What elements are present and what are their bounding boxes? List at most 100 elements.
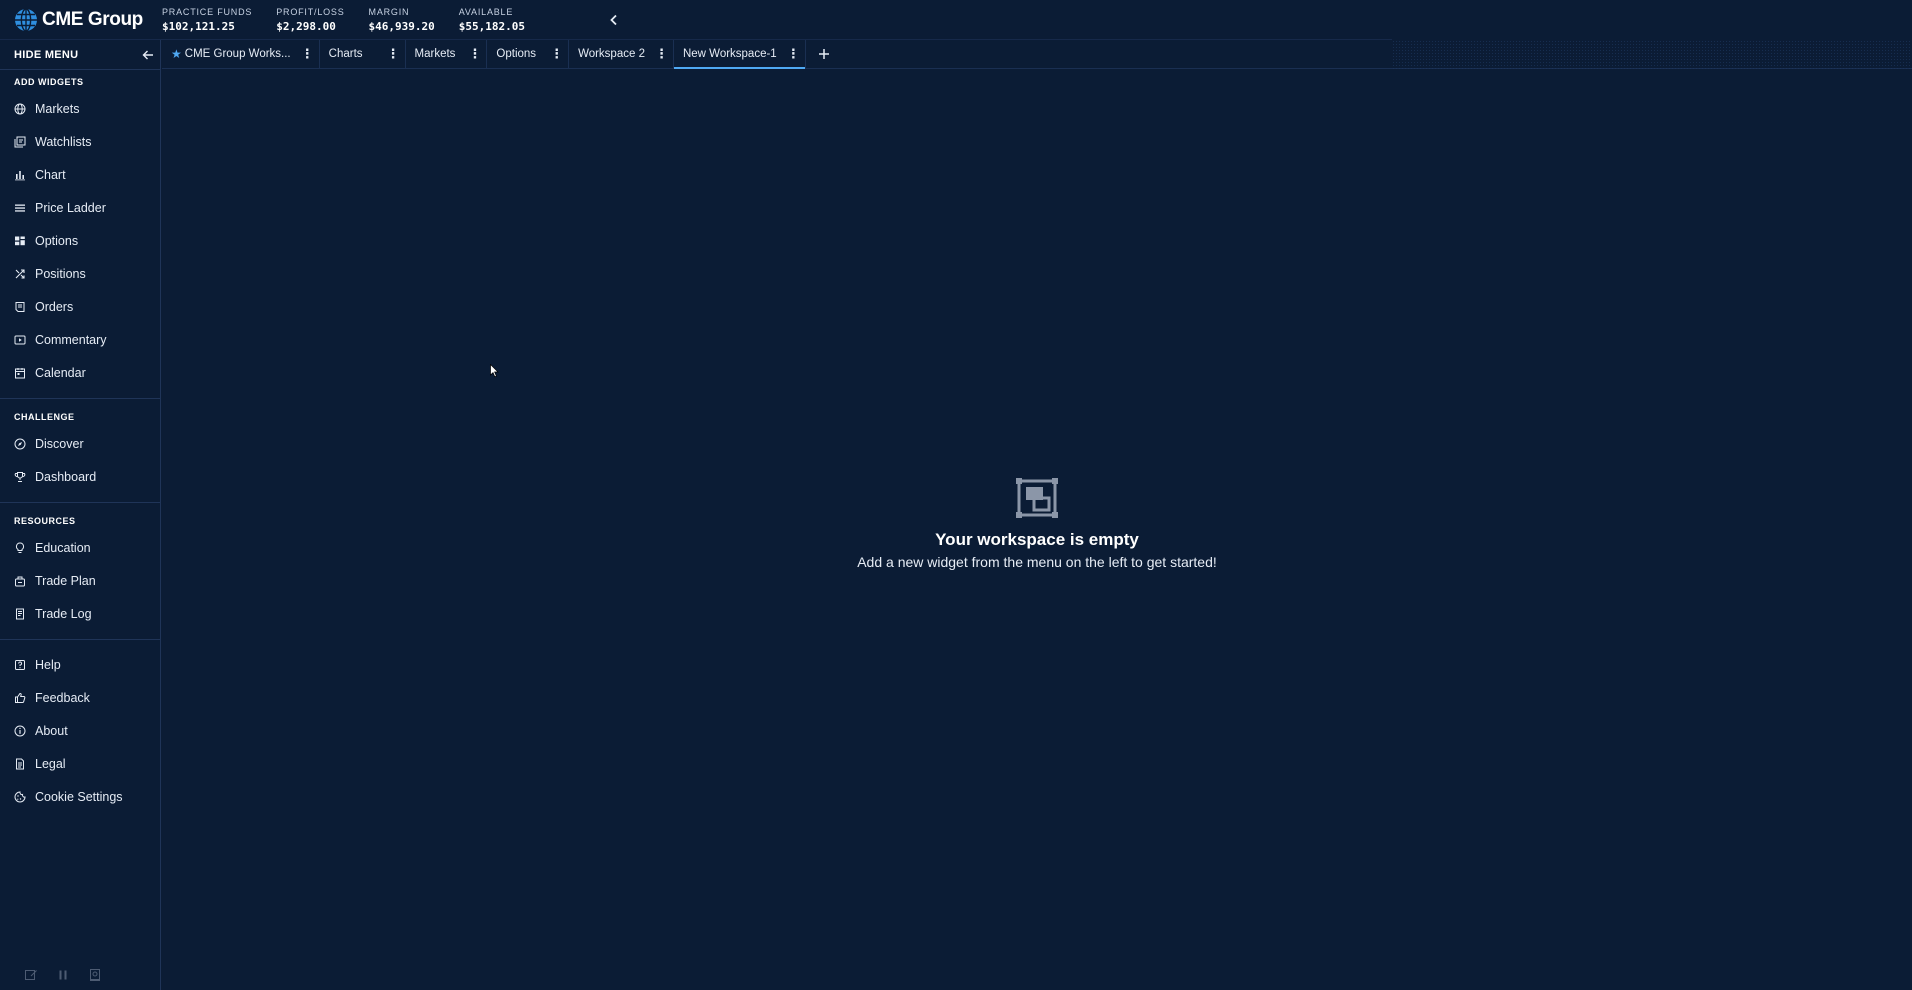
sidebar-item-positions[interactable]: Positions [0, 257, 160, 290]
sidebar-item-label: About [35, 723, 68, 738]
tab-label: New Workspace-1 [682, 48, 777, 60]
orders-icon [14, 301, 26, 313]
tabbar-texture [1392, 40, 1912, 69]
sidebar-item-help[interactable]: Help [0, 648, 160, 681]
sidebar-item-label: Education [35, 540, 91, 555]
pause-icon[interactable] [56, 968, 70, 982]
bar-chart-icon [14, 169, 26, 181]
tab-new-workspace-1[interactable]: New Workspace-1 ⋮ [673, 40, 806, 69]
workspace-tabbar: ★ CME Group Works... ⋮ Charts ⋮ Markets … [162, 40, 1912, 69]
calendar-icon [14, 367, 26, 379]
trade-plan-icon [14, 575, 26, 587]
sidebar-item-dashboard[interactable]: Dashboard [0, 460, 160, 493]
tab-label: Workspace 2 [578, 48, 645, 60]
tab-options[interactable]: Options ⋮ [487, 40, 570, 68]
sidebar-item-chart[interactable]: Chart [0, 158, 160, 191]
compass-icon [14, 438, 26, 450]
sidebar-item-trade-log[interactable]: Trade Log [0, 597, 160, 630]
lightbulb-icon [14, 541, 26, 554]
tab-charts[interactable]: Charts ⋮ [320, 40, 406, 68]
sidebar-item-education[interactable]: Education [0, 531, 160, 564]
stat-label: PRACTICE FUNDS [162, 6, 253, 17]
sidebar-item-label: Price Ladder [35, 200, 106, 215]
sidebar-item-label: Calendar [35, 365, 86, 380]
add-tab-button[interactable] [806, 40, 842, 68]
kebab-menu-icon[interactable]: ⋮ [787, 46, 800, 62]
collapse-stats-button[interactable] [603, 9, 625, 31]
empty-workspace-icon [1016, 478, 1058, 518]
thumbs-up-icon [14, 692, 26, 704]
tab-markets[interactable]: Markets ⋮ [406, 40, 488, 68]
kebab-menu-icon[interactable]: ⋮ [301, 46, 314, 62]
sidebar-item-discover[interactable]: Discover [0, 427, 160, 460]
sidebar-item-legal[interactable]: Legal [0, 747, 160, 780]
sidebar-item-label: Legal [35, 756, 66, 771]
tab-label: Charts [328, 48, 363, 60]
recorder-icon[interactable] [88, 968, 102, 982]
edit-icon[interactable] [24, 968, 38, 982]
stat-value: $55,182.05 [458, 19, 525, 33]
sidebar-item-label: Trade Plan [35, 573, 96, 588]
stat-label: MARGIN [368, 6, 410, 17]
sidebar-item-commentary[interactable]: Commentary [0, 323, 160, 356]
sidebar: HIDE MENU ADD WIDGETS Markets Watchlists… [0, 40, 161, 990]
arrow-left-icon [142, 50, 153, 59]
sidebar-item-label: Orders [35, 299, 74, 314]
sidebar-item-label: Markets [35, 101, 80, 116]
mouse-cursor-icon [490, 364, 499, 378]
sidebar-item-label: Help [35, 657, 61, 672]
trade-log-icon [14, 608, 26, 620]
tab-workspace-2[interactable]: Workspace 2 ⋮ [569, 40, 674, 68]
sidebar-item-label: Trade Log [35, 606, 92, 621]
stat-label: AVAILABLE [458, 6, 514, 17]
sidebar-item-trade-plan[interactable]: Trade Plan [0, 564, 160, 597]
stat-value: $2,298.00 [276, 19, 336, 33]
sidebar-item-orders[interactable]: Orders [0, 290, 160, 323]
sidebar-item-label: Chart [35, 167, 66, 182]
section-title-resources: RESOURCES [14, 516, 76, 526]
sidebar-item-about[interactable]: About [0, 714, 160, 747]
empty-state-title: Your workspace is empty [935, 530, 1139, 549]
sidebar-footer [0, 968, 160, 982]
info-icon [14, 725, 26, 737]
profit-loss-stat: PROFIT/LOSS $2,298.00 [276, 7, 344, 33]
sidebar-item-cookie-settings[interactable]: Cookie Settings [0, 780, 160, 813]
kebab-menu-icon[interactable]: ⋮ [468, 46, 481, 62]
globe-icon [14, 103, 26, 115]
sidebar-item-feedback[interactable]: Feedback [0, 681, 160, 714]
plus-icon [818, 49, 829, 59]
sidebar-item-label: Feedback [35, 690, 90, 705]
star-icon: ★ [171, 47, 182, 61]
sidebar-item-calendar[interactable]: Calendar [0, 356, 160, 389]
ladder-icon [14, 202, 26, 214]
sidebar-item-price-ladder[interactable]: Price Ladder [0, 191, 160, 224]
top-header: CME Group PRACTICE FUNDS $102,121.25 PRO… [0, 0, 1392, 40]
sidebar-item-options[interactable]: Options [0, 224, 160, 257]
section-title-add-widgets: ADD WIDGETS [14, 77, 84, 87]
margin-stat: MARGIN $46,939.20 [369, 7, 435, 33]
globe-logo-icon [15, 7, 37, 32]
sidebar-item-label: Watchlists [35, 134, 92, 149]
trophy-icon [14, 471, 26, 483]
brand-logo[interactable]: CME Group [0, 7, 162, 32]
watchlist-icon [14, 136, 26, 148]
kebab-menu-icon[interactable]: ⋮ [655, 46, 668, 62]
sidebar-item-label: Commentary [35, 332, 107, 347]
options-icon [14, 235, 26, 247]
tab-label: CME Group Works... [184, 48, 291, 60]
video-icon [14, 334, 26, 346]
stat-value: $46,939.20 [368, 19, 435, 33]
sidebar-item-label: Options [35, 233, 79, 248]
hide-menu-button[interactable]: HIDE MENU [0, 40, 160, 70]
tab-cme-group-workspace[interactable]: ★ CME Group Works... ⋮ [162, 40, 320, 68]
kebab-menu-icon[interactable]: ⋮ [550, 46, 563, 62]
sidebar-item-label: Positions [35, 266, 86, 281]
empty-state-subtitle: Add a new widget from the menu on the le… [857, 554, 1217, 570]
help-icon [14, 659, 26, 671]
tab-label: Options [496, 48, 537, 60]
sidebar-item-watchlists[interactable]: Watchlists [0, 125, 160, 158]
sidebar-item-label: Cookie Settings [35, 789, 123, 804]
tab-label: Markets [414, 48, 456, 60]
sidebar-item-markets[interactable]: Markets [0, 92, 160, 125]
kebab-menu-icon[interactable]: ⋮ [387, 46, 400, 62]
